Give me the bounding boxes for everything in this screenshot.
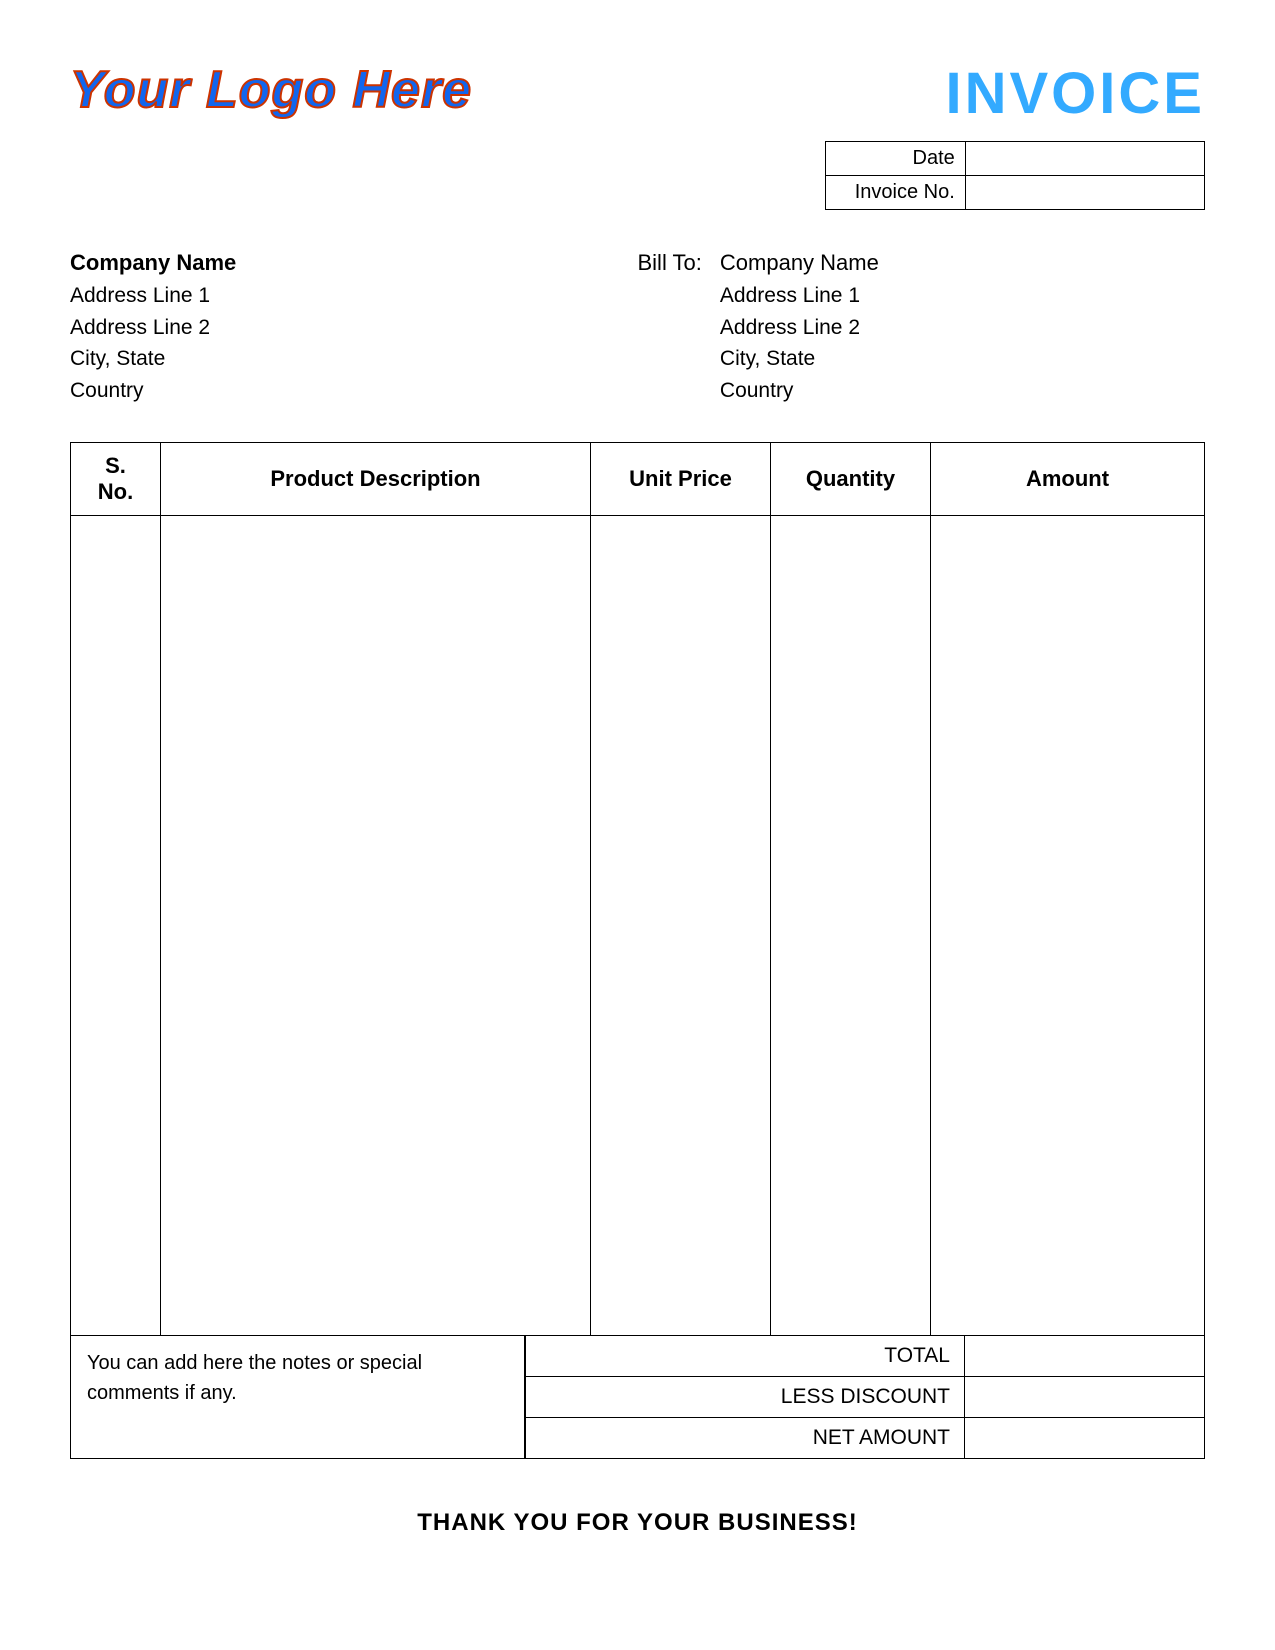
from-company: Company Name Address Line 1 Address Line…: [70, 250, 638, 406]
col-description: Product Description: [161, 443, 591, 516]
bill-to-address-line1: Address Line 1: [720, 280, 879, 312]
date-label: Date: [826, 142, 966, 176]
from-address-line1: Address Line 1: [70, 280, 638, 312]
notes-area[interactable]: You can add here the notes or special co…: [70, 1336, 525, 1459]
discount-row: LESS DISCOUNT: [525, 1377, 1205, 1418]
header-right: INVOICE Date Invoice No.: [825, 60, 1205, 210]
logo-area: Your Logo Here: [70, 60, 472, 120]
bill-to-company: Company Name Address Line 1 Address Line…: [720, 250, 879, 406]
col-amount: Amount: [931, 443, 1205, 516]
desc-cell[interactable]: [161, 516, 591, 1336]
table-header-row: S. No. Product Description Unit Price Qu…: [71, 443, 1205, 516]
amount-cell[interactable]: [931, 516, 1205, 1336]
from-company-name: Company Name: [70, 250, 638, 276]
invoice-title: INVOICE: [946, 60, 1206, 127]
total-value[interactable]: [965, 1336, 1205, 1376]
col-sno: S. No.: [71, 443, 161, 516]
invoice-no-value[interactable]: [965, 176, 1204, 210]
bill-to-label: Bill To:: [638, 250, 702, 406]
sno-cell[interactable]: [71, 516, 161, 1336]
logo-text: Your Logo Here: [70, 60, 472, 120]
total-label: TOTAL: [525, 1336, 965, 1376]
discount-value[interactable]: [965, 1377, 1205, 1417]
net-amount-label: NET AMOUNT: [525, 1418, 965, 1458]
bill-to-address-line2: Address Line 2: [720, 312, 879, 344]
from-country: Country: [70, 375, 638, 407]
invoice-no-label: Invoice No.: [826, 176, 966, 210]
totals-area: TOTAL LESS DISCOUNT NET AMOUNT: [525, 1336, 1205, 1459]
company-section: Company Name Address Line 1 Address Line…: [70, 250, 1205, 406]
invoice-meta-table: Date Invoice No.: [825, 141, 1205, 210]
bill-to-city-state: City, State: [720, 343, 879, 375]
col-quantity: Quantity: [771, 443, 931, 516]
discount-label: LESS DISCOUNT: [525, 1377, 965, 1417]
qty-cell[interactable]: [771, 516, 931, 1336]
col-unit-price: Unit Price: [591, 443, 771, 516]
price-cell[interactable]: [591, 516, 771, 1336]
footer-text: THANK YOU FOR YOUR BUSINESS!: [417, 1509, 858, 1536]
date-row: Date: [826, 142, 1205, 176]
net-amount-row: NET AMOUNT: [525, 1418, 1205, 1459]
items-table: S. No. Product Description Unit Price Qu…: [70, 442, 1205, 1336]
footer: THANK YOU FOR YOUR BUSINESS!: [70, 1509, 1205, 1537]
invoice-no-row: Invoice No.: [826, 176, 1205, 210]
bottom-wrapper: You can add here the notes or special co…: [70, 1336, 1205, 1459]
bill-to-section: Bill To: Company Name Address Line 1 Add…: [638, 250, 1206, 406]
table-body-row: [71, 516, 1205, 1336]
from-address-line2: Address Line 2: [70, 312, 638, 344]
table-header: S. No. Product Description Unit Price Qu…: [71, 443, 1205, 516]
bill-to-country: Country: [720, 375, 879, 407]
total-row: TOTAL: [525, 1336, 1205, 1377]
net-amount-value[interactable]: [965, 1418, 1205, 1458]
from-city-state: City, State: [70, 343, 638, 375]
invoice-page: Your Logo Here INVOICE Date Invoice No. …: [0, 0, 1275, 1650]
table-body: [71, 516, 1205, 1336]
date-value[interactable]: [965, 142, 1204, 176]
header-section: Your Logo Here INVOICE Date Invoice No.: [70, 60, 1205, 210]
bill-to-company-name: Company Name: [720, 250, 879, 276]
